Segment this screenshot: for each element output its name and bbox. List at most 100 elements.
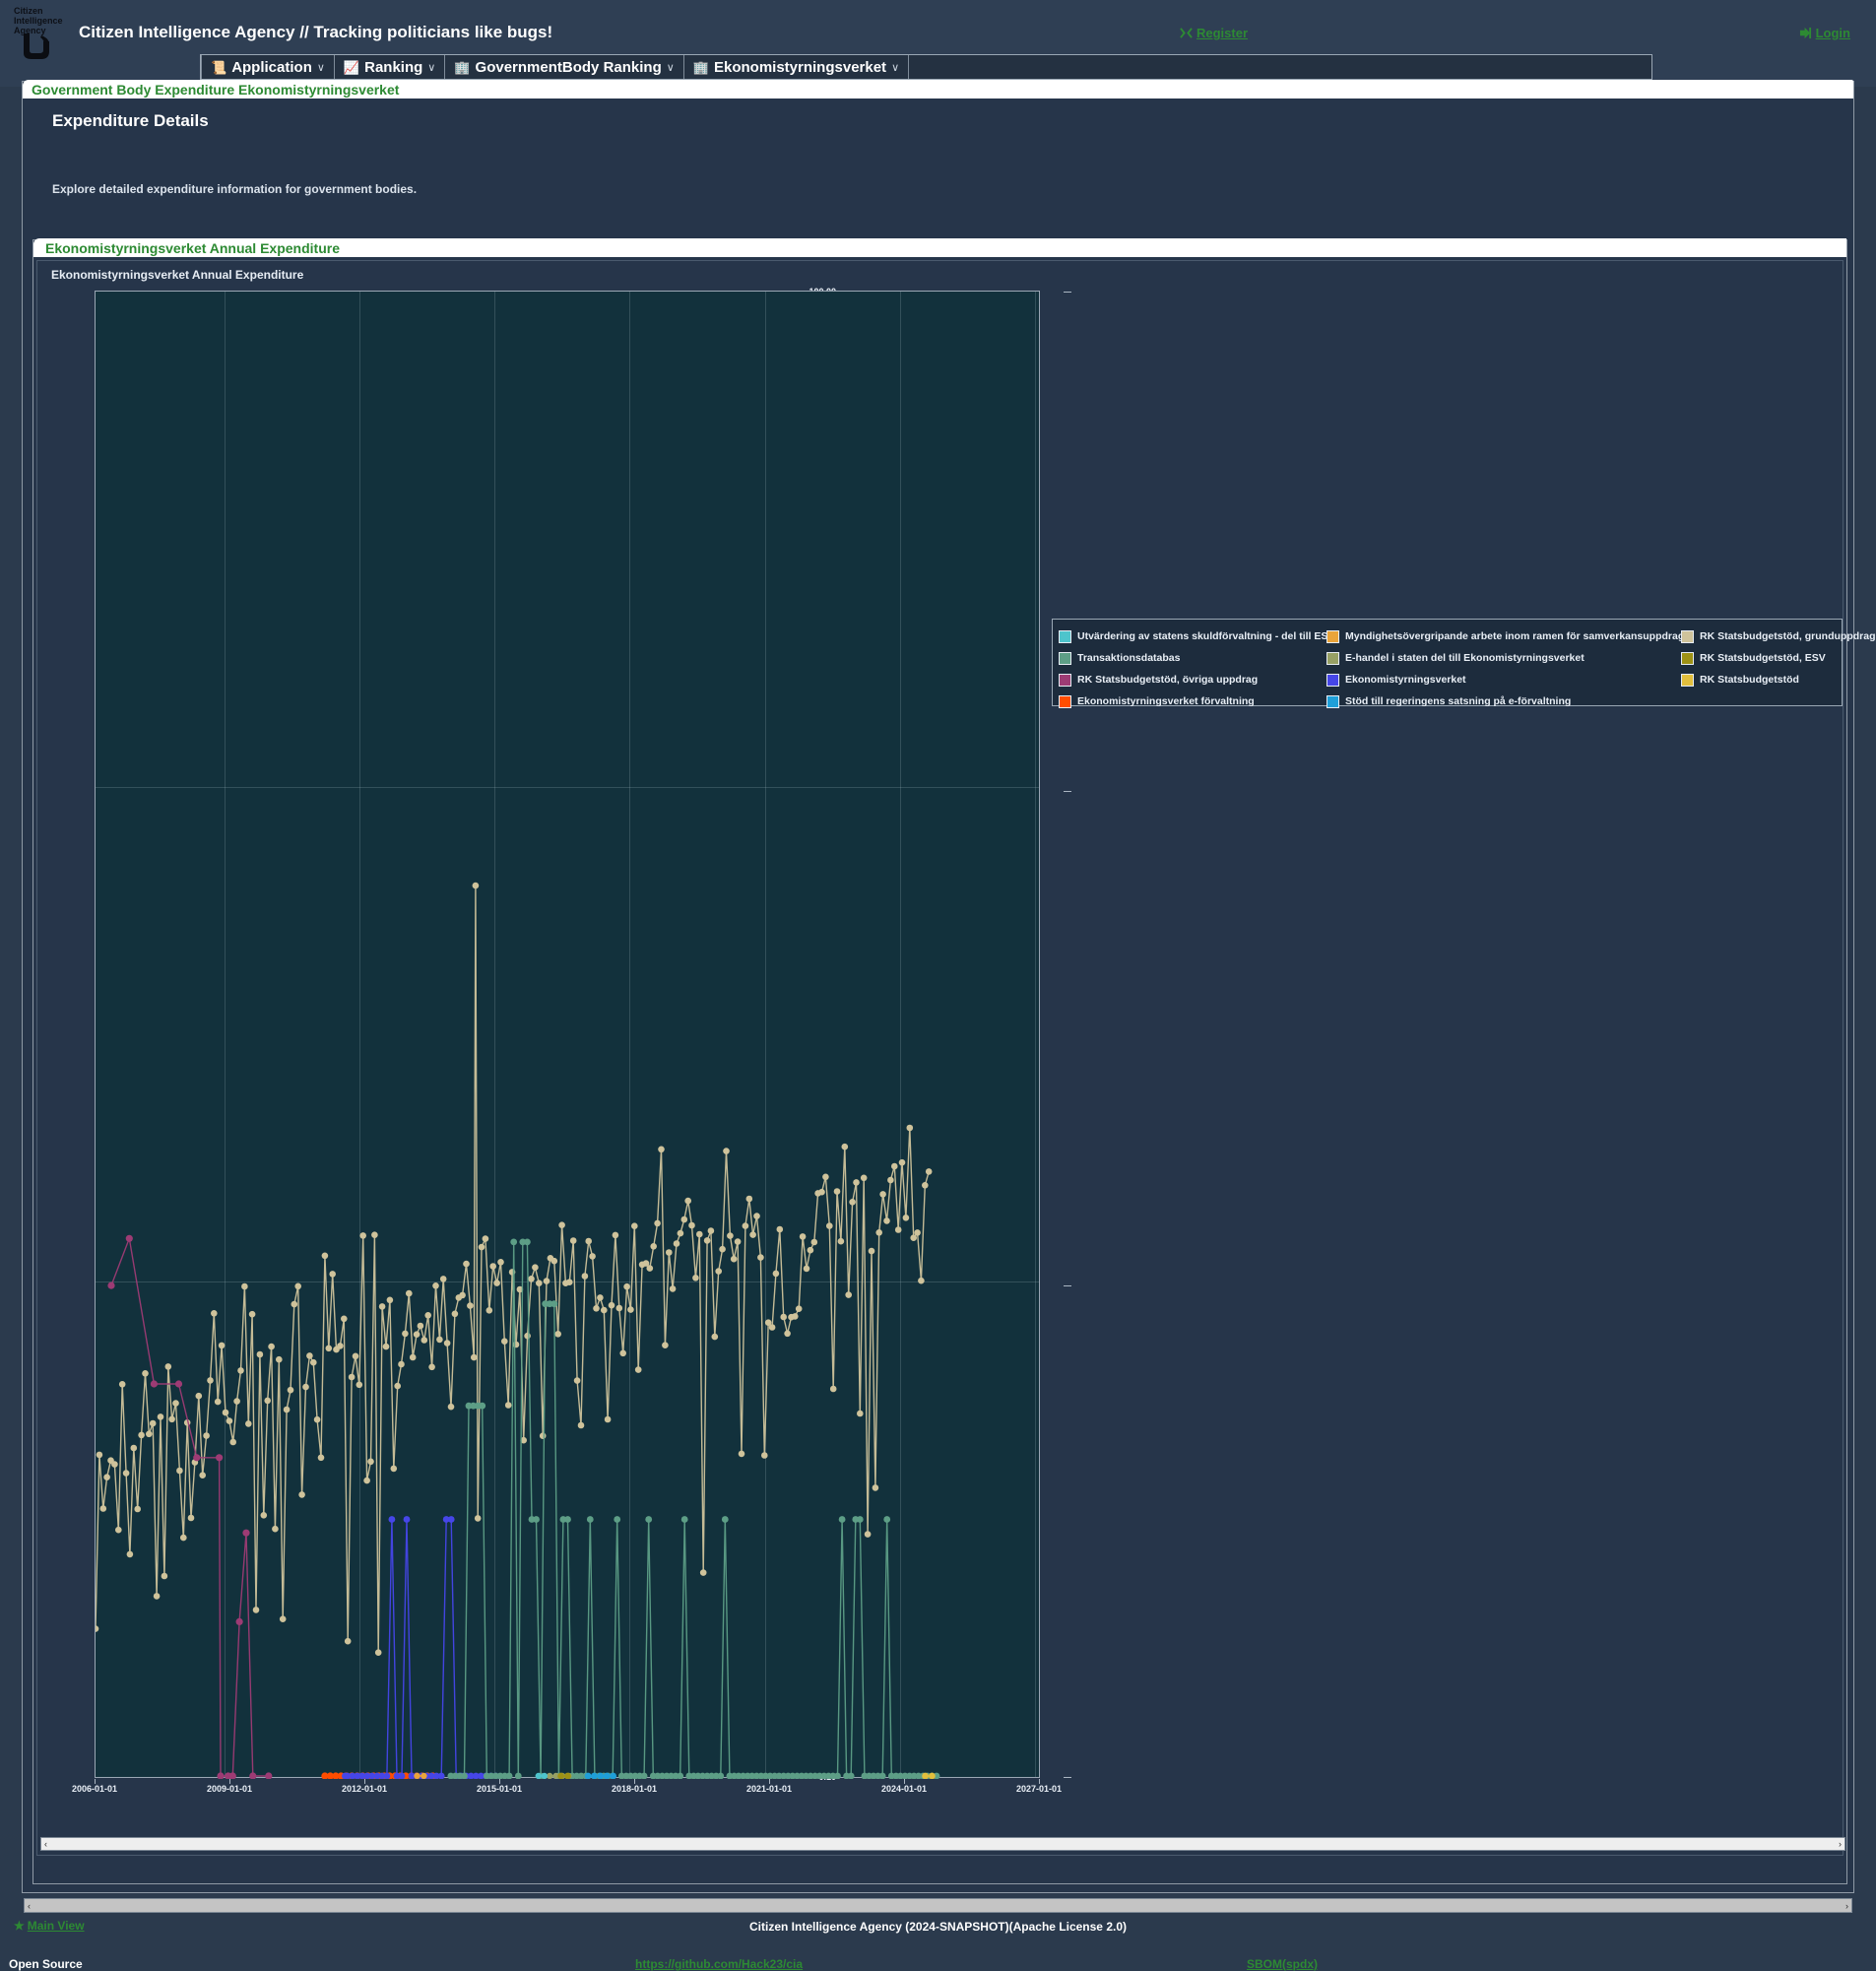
chevron-down-icon: ∨ xyxy=(891,61,900,74)
login-label: Login xyxy=(1815,26,1850,40)
site-tagline: // Tracking politicians like bugs! xyxy=(299,23,553,41)
legend-item[interactable]: RK Statsbudgetstöd, grunduppdrag xyxy=(1681,625,1876,647)
legend-item[interactable]: Ekonomistyrningsverket xyxy=(1326,669,1681,690)
chart-horizontal-scrollbar[interactable]: ‹ › xyxy=(40,1837,1845,1851)
main-menu-bar: 📜 Application ∨ 📈 Ranking ∨ 🏢 Government… xyxy=(200,54,1652,80)
legend-swatch xyxy=(1326,694,1339,708)
menu-item-application-label: Application xyxy=(231,58,312,76)
site-title-text: Citizen Intelligence Agency xyxy=(79,23,295,41)
register-icon xyxy=(1180,28,1193,38)
legend-item[interactable]: RK Statsbudgetstöd, ESV xyxy=(1681,647,1876,669)
legend-item[interactable]: Transaktionsdatabas xyxy=(1059,647,1326,669)
scroll-right-arrow-icon[interactable]: › xyxy=(1843,1901,1851,1911)
chevron-down-icon: ∨ xyxy=(427,61,436,74)
legend-swatch xyxy=(1326,629,1339,643)
scroll-right-arrow-icon[interactable]: › xyxy=(1836,1839,1844,1849)
chart-title: Ekonomistyrningsverket Annual Expenditur… xyxy=(51,268,304,282)
page-horizontal-scrollbar[interactable]: ‹ › xyxy=(24,1898,1852,1913)
legend-swatch xyxy=(1059,694,1071,708)
chart-container: Ekonomistyrningsverket Annual Expenditur… xyxy=(36,260,1876,1856)
login-link[interactable]: Login xyxy=(1799,26,1850,40)
panel-caption-bar: Government Body Expenditure Ekonomistyrn… xyxy=(23,80,1853,99)
chart-legend: Utvärdering av statens skuldförvaltning … xyxy=(1052,619,1876,708)
page-footer: ★ Main View Citizen Intelligence Agency (… xyxy=(0,1919,1876,1971)
legend-item[interactable]: RK Statsbudgetstöd, övriga uppdrag xyxy=(1059,669,1326,690)
legend-grid: Utvärdering av statens skuldförvaltning … xyxy=(1059,625,1876,712)
menu-item-ekonomistyrningsverket[interactable]: 🏢 Ekonomistyrningsverket ∨ xyxy=(684,55,910,79)
y-tick-mark xyxy=(1064,791,1071,792)
x-axis-tick-2009: 2009-01-01 xyxy=(206,1784,253,1794)
menu-item-ekonomistyrningsverket-label: Ekonomistyrningsverket xyxy=(714,58,887,76)
x-axis-tick-2027: 2027-01-01 xyxy=(1015,1784,1063,1794)
legend-swatch xyxy=(1326,651,1339,665)
legend-label: RK Statsbudgetstöd, ESV xyxy=(1700,652,1826,664)
star-icon: ★ xyxy=(14,1919,25,1933)
github-link[interactable]: https://github.com/Hack23/cia xyxy=(635,1957,803,1971)
scroll-left-arrow-icon[interactable]: ‹ xyxy=(25,1901,33,1911)
x-axis-tick-2006: 2006-01-01 xyxy=(71,1784,118,1794)
legend-swatch xyxy=(1059,651,1071,665)
top-header-bar: Citizen Intelligence Agency Citizen Inte… xyxy=(0,0,1876,87)
legend-swatch xyxy=(1681,629,1694,643)
logo-text-line1: Citizen xyxy=(14,6,43,16)
chart-line-icon: 📈 xyxy=(343,59,360,75)
legend-item[interactable]: Utvärdering av statens skuldförvaltning … xyxy=(1059,625,1334,647)
chevron-down-icon: ∨ xyxy=(666,61,675,74)
legend-item[interactable]: Myndighetsövergripande arbete inom ramen… xyxy=(1326,625,1694,647)
y-tick-mark xyxy=(1064,292,1071,293)
register-link[interactable]: Register xyxy=(1180,26,1248,40)
menu-item-ranking[interactable]: 📈 Ranking ∨ xyxy=(335,55,446,79)
section-description: Explore detailed expenditure information… xyxy=(52,182,418,196)
legend-item[interactable]: E-handel i staten del till Ekonomistyrni… xyxy=(1326,647,1681,669)
bird-logo-icon xyxy=(24,33,49,59)
open-source-label: Open Source xyxy=(9,1957,83,1971)
register-label: Register xyxy=(1197,26,1249,40)
section-heading: Expenditure Details xyxy=(52,111,209,130)
chevron-down-icon: ∨ xyxy=(316,61,325,74)
menu-item-application[interactable]: 📜 Application ∨ xyxy=(201,55,335,79)
chart-panel-title: Ekonomistyrningsverket Annual Expenditur… xyxy=(45,239,340,256)
legend-label: RK Statsbudgetstöd, övriga uppdrag xyxy=(1077,674,1259,686)
x-axis-tick-2018: 2018-01-01 xyxy=(611,1784,658,1794)
legend-label: Myndighetsövergripande arbete inom ramen… xyxy=(1345,630,1694,642)
chart-series-svg xyxy=(96,882,940,1779)
legend-item[interactable]: Ekonomistyrningsverket förvaltning xyxy=(1059,690,1326,712)
copyright-text: Citizen Intelligence Agency (2024-SNAPSH… xyxy=(749,1920,1127,1934)
menu-item-governmentbody-ranking[interactable]: 🏢 GovernmentBody Ranking ∨ xyxy=(445,55,684,79)
expenditure-page-panel: Government Body Expenditure Ekonomistyrn… xyxy=(22,80,1876,1893)
legend-item[interactable]: RK Statsbudgetstöd xyxy=(1681,669,1876,690)
building-icon: 🏢 xyxy=(454,59,471,75)
main-view-link[interactable]: ★ Main View xyxy=(14,1919,85,1933)
legend-label: E-handel i staten del till Ekonomistyrni… xyxy=(1345,652,1585,664)
building-icon: 🏢 xyxy=(692,59,709,75)
legend-swatch xyxy=(1059,629,1071,643)
logo-text-line2: Intelligence xyxy=(14,16,63,26)
x-axis-tick-2012: 2012-01-01 xyxy=(341,1784,388,1794)
legend-empty-cell xyxy=(1681,690,1876,712)
legend-label: RK Statsbudgetstöd xyxy=(1700,674,1799,686)
legend-label: Transaktionsdatabas xyxy=(1077,652,1181,664)
legend-swatch xyxy=(1681,651,1694,665)
legend-label: Ekonomistyrningsverket xyxy=(1345,674,1466,686)
plot-area[interactable] xyxy=(95,291,1040,1779)
x-axis-tick-2021: 2021-01-01 xyxy=(745,1784,793,1794)
y-tick-mark xyxy=(1064,1777,1071,1778)
document-icon: 📜 xyxy=(211,59,227,75)
x-axis-tick-2024: 2024-01-01 xyxy=(880,1784,928,1794)
site-title: Citizen Intelligence Agency // Tracking … xyxy=(79,23,552,42)
legend-label: RK Statsbudgetstöd, grunduppdrag xyxy=(1700,630,1876,642)
main-view-label: Main View xyxy=(27,1919,85,1933)
chart-panel: Ekonomistyrningsverket Annual Expenditur… xyxy=(32,238,1876,1884)
scroll-left-arrow-icon[interactable]: ‹ xyxy=(41,1839,50,1849)
sbom-link[interactable]: SBOM(spdx) xyxy=(1247,1957,1318,1971)
menu-item-governmentbody-ranking-label: GovernmentBody Ranking xyxy=(475,58,662,76)
x-axis-tick-2015: 2015-01-01 xyxy=(476,1784,523,1794)
legend-swatch xyxy=(1326,673,1339,687)
y-tick-mark xyxy=(1064,1285,1071,1286)
legend-item[interactable]: Stöd till regeringens satsning på e-förv… xyxy=(1326,690,1681,712)
page-title: Government Body Expenditure Ekonomistyrn… xyxy=(32,81,400,98)
legend-label: Stöd till regeringens satsning på e-förv… xyxy=(1345,695,1572,707)
login-icon xyxy=(1799,27,1811,39)
chart-caption-bar: Ekonomistyrningsverket Annual Expenditur… xyxy=(33,238,1846,257)
legend-swatch xyxy=(1681,673,1694,687)
